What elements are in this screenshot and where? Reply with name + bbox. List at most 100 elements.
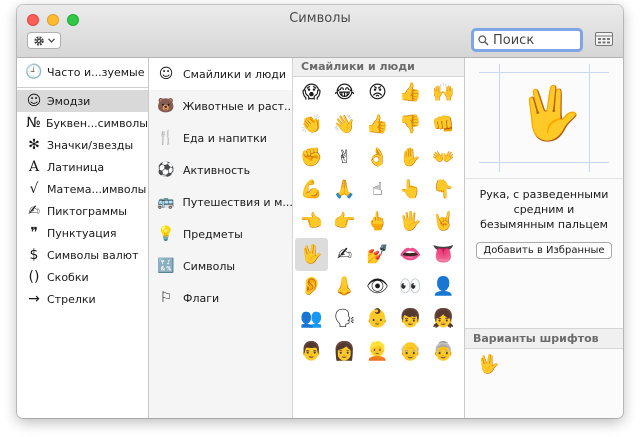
chevron-down-icon	[48, 38, 55, 43]
arrow-right-icon: →	[28, 291, 40, 307]
emoji-cell[interactable]: 👨	[295, 335, 328, 367]
numero-icon: №	[26, 115, 41, 131]
quote-mark-icon: ❞	[30, 225, 38, 241]
category-frequently-used[interactable]: 🕘 Часто и...зуемые	[17, 61, 148, 83]
emoji-cell[interactable]: 💅	[361, 238, 394, 270]
subcategory-travel-places[interactable]: 🚌 Путешествия и м...	[149, 186, 292, 218]
emoji-cell[interactable]: 👏	[295, 109, 328, 141]
subcategory-objects[interactable]: 💡 Предметы	[149, 218, 292, 250]
category-label: Скобки	[47, 270, 89, 284]
category-label: Часто и...зуемые	[47, 65, 145, 79]
emoji-cell[interactable]: 👍	[361, 109, 394, 141]
subcategory-flags[interactable]: ⚐ Флаги	[149, 282, 292, 314]
category-punctuation[interactable]: ❞ Пунктуация	[17, 222, 148, 244]
category-pictographs[interactable]: ✍ Пиктограммы	[17, 200, 148, 222]
emoji-cell[interactable]: 👂	[295, 271, 328, 303]
font-variant-emoji[interactable]: 🖖	[477, 354, 499, 375]
emoji-cell[interactable]: 👱	[361, 335, 394, 367]
emoji-cell[interactable]: 🗣	[328, 303, 361, 335]
category-label: Буквен...символы	[45, 116, 148, 130]
latin-letter-icon: A	[28, 159, 40, 175]
emoji-cell[interactable]: 👅	[427, 238, 460, 270]
emoji-cell[interactable]: 👉	[328, 206, 361, 238]
category-label: Эмодзи	[47, 94, 91, 108]
category-list: 🕘 Часто и...зуемые ☺ Эмодзи № Буквен...с…	[17, 58, 149, 418]
emoji-cell[interactable]: 🖐	[394, 206, 427, 238]
search-input[interactable]	[489, 32, 573, 48]
gear-icon	[34, 35, 44, 46]
fork-knife-icon: 🍴	[157, 130, 175, 146]
emoji-cell[interactable]: 👵	[427, 335, 460, 367]
emoji-cell[interactable]: 🤘	[427, 206, 460, 238]
category-letterlike[interactable]: № Буквен...символы	[17, 112, 148, 134]
emoji-cell[interactable]: 👀	[394, 271, 427, 303]
category-latin[interactable]: A Латиница	[17, 156, 148, 178]
emoji-cell[interactable]: 👃	[328, 271, 361, 303]
emoji-cell[interactable]: 😱	[295, 77, 328, 109]
category-currency[interactable]: $ Символы валют	[17, 244, 148, 266]
subcategory-label: Флаги	[183, 291, 220, 305]
emoji-cell[interactable]: 👁	[361, 271, 394, 303]
emoji-cell[interactable]: 👇	[427, 174, 460, 206]
keyboard-viewer-icon[interactable]	[595, 31, 613, 47]
emoji-cell[interactable]: ☝	[361, 174, 394, 206]
emoji-cell[interactable]: 👦	[394, 303, 427, 335]
category-label: Значки/звезды	[47, 138, 134, 152]
emoji-cell[interactable]: 👄	[394, 238, 427, 270]
subcategory-activity[interactable]: ⚽ Активность	[149, 154, 292, 186]
emoji-cell[interactable]: 👐	[427, 142, 460, 174]
category-math[interactable]: √ Матема...имволы	[17, 178, 148, 200]
emoji-cell[interactable]: 🖕	[361, 206, 394, 238]
subcategory-animals-nature[interactable]: 🐻 Животные и раст...	[149, 90, 292, 122]
subcategory-label: Предметы	[183, 227, 243, 241]
subcategory-list: ☺ Смайлики и люди 🐻 Животные и раст... 🍴…	[149, 58, 293, 418]
category-stars[interactable]: ✻ Значки/звезды	[17, 134, 148, 156]
emoji-cell[interactable]: ✋	[394, 142, 427, 174]
emoji-cell[interactable]: 💪	[295, 174, 328, 206]
search-field[interactable]	[471, 28, 583, 52]
emoji-cell[interactable]: 👩	[328, 335, 361, 367]
emoji-cell[interactable]: ✍	[328, 238, 361, 270]
emoji-cell[interactable]: 😡	[361, 77, 394, 109]
emoji-cell[interactable]: 👌	[361, 142, 394, 174]
writing-hand-icon: ✍	[28, 203, 40, 219]
subcategory-label: Животные и раст...	[182, 99, 292, 113]
emoji-cell[interactable]: 👍	[394, 77, 427, 109]
asterisk-icon: ✻	[28, 137, 40, 153]
emoji-cell[interactable]: 👎	[394, 109, 427, 141]
emoji-cell[interactable]: 😂	[328, 77, 361, 109]
action-menu-button[interactable]	[27, 32, 61, 49]
category-brackets[interactable]: () Скобки	[17, 266, 148, 288]
bear-icon: 🐻	[157, 98, 175, 114]
guide-line	[499, 64, 500, 172]
emoji-cell[interactable]: 👊	[427, 109, 460, 141]
parentheses-icon: ()	[28, 269, 40, 285]
add-to-favorites-button[interactable]: Добавить в Избранные	[476, 242, 612, 259]
character-viewer-window: Символы Поиск 🕘 Часто и...зуемые ☺ Эмодз…	[17, 5, 623, 418]
category-arrows[interactable]: → Стрелки	[17, 288, 148, 310]
emoji-preview: 🖖	[465, 58, 623, 179]
category-emoji[interactable]: ☺ Эмодзи	[17, 90, 148, 112]
subcategory-food-drink[interactable]: 🍴 Еда и напитки	[149, 122, 292, 154]
subcategory-smileys-people[interactable]: ☺ Смайлики и люди	[149, 58, 292, 90]
emoji-cell[interactable]: 👈	[295, 206, 328, 238]
emoji-cell[interactable]: 👋	[328, 109, 361, 141]
emoji-cell[interactable]: 🙏	[328, 174, 361, 206]
smiley-icon: ☺	[158, 66, 174, 82]
emoji-cell[interactable]: 👧	[427, 303, 460, 335]
emoji-cell[interactable]: 👴	[394, 335, 427, 367]
emoji-grid: 😱 😂 😡 👍 🙌 👏 👋 👍 👎 👊 ✊ ✌ 👌 ✋ 👐 💪 🙏 ☝ 👆 👇 👈 👉 🖕 🖐 🤘 🖖 ✍ 💅 👄 👅 👂 👃 👁 👀 👤 👥 🗣 👶 👦 👧…	[293, 77, 464, 368]
emoji-cell[interactable]: 🖖	[295, 238, 328, 271]
emoji-cell[interactable]: 👶	[361, 303, 394, 335]
detail-panel: 🖖 Рука, с разведенными средним и безымян…	[465, 58, 623, 418]
emoji-cell[interactable]: 👤	[427, 271, 460, 303]
emoji-cell[interactable]: ✌	[328, 142, 361, 174]
emoji-cell[interactable]: 👥	[295, 303, 328, 335]
emoji-cell[interactable]: 👆	[394, 174, 427, 206]
emoji-cell[interactable]: ✊	[295, 142, 328, 174]
title-bar: Символы	[17, 5, 623, 58]
emoji-cell[interactable]: 🙌	[427, 77, 460, 109]
divider	[17, 87, 148, 88]
light-bulb-icon: 💡	[157, 226, 175, 242]
subcategory-symbols[interactable]: 🔣 Символы	[149, 250, 292, 282]
